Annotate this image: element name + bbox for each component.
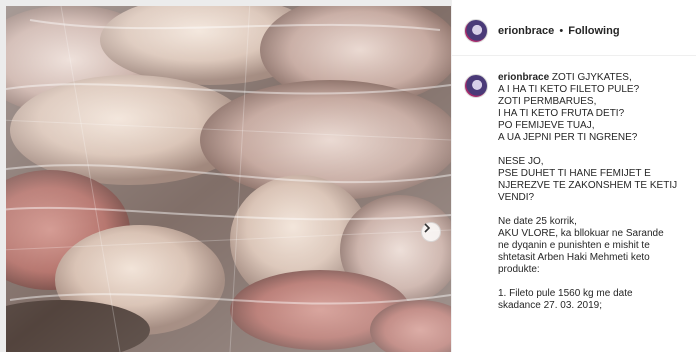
caption-line: PSE DUHET TI HANE FEMIJET E — [498, 168, 651, 179]
following-button[interactable]: Following — [568, 25, 619, 37]
caption-line: A I HA TI KETO FILETO PULE? — [498, 84, 640, 95]
caption-line: I HA TI KETO FRUTA DETI? — [498, 108, 625, 119]
chevron-right-icon — [424, 223, 431, 233]
carousel-next-button[interactable] — [421, 222, 441, 242]
post-sidebar: erionbrace • Following erionbrace ZOTI G… — [451, 0, 696, 352]
caption-line: PO FEMIJEVE TUAJ, — [498, 120, 595, 131]
caption-username[interactable]: erionbrace — [498, 72, 549, 83]
post-photo — [0, 0, 451, 352]
post-caption: erionbrace ZOTI GJYKATES, A I HA TI KETO… — [452, 72, 696, 312]
header-username[interactable]: erionbrace — [498, 25, 554, 37]
caption-line: AKU VLORE, ka bllokuar ne Sarande — [498, 228, 664, 239]
avatar[interactable] — [464, 18, 488, 43]
caption-body: erionbrace ZOTI GJYKATES, A I HA TI KETO… — [498, 72, 688, 312]
caption-line: ZOTI PERMBARUES, — [498, 96, 597, 107]
caption-line: NJEREZVE TE ZAKONSHEM TE KETIJ — [498, 180, 678, 191]
caption-line: VENDI? — [498, 192, 535, 203]
window-frame-left — [0, 0, 6, 352]
header-separator: • — [559, 24, 564, 37]
header-text: erionbrace • Following — [498, 25, 620, 37]
post-header: erionbrace • Following — [452, 6, 696, 56]
caption-line: NESE JO, — [498, 156, 544, 167]
frozen-meat-image — [0, 0, 451, 352]
caption-line: shtetasit Arben Haki Mehmeti keto — [498, 252, 650, 263]
caption-line: A UA JEPNI PER TI NGRENE? — [498, 132, 638, 143]
caption-first-line: ZOTI GJYKATES, — [551, 72, 632, 83]
caption-line: 1. Fileto pule 1560 kg me date — [498, 288, 633, 299]
caption-line: erionbrace ZOTI GJYKATES, — [498, 72, 688, 84]
caption-avatar[interactable] — [464, 74, 488, 98]
caption-line: Ne date 25 korrik, — [498, 216, 577, 227]
caption-line: skadance 27. 03. 2019; — [498, 300, 602, 311]
caption-line: ne dyqanin e punishten e mishit te — [498, 240, 650, 251]
caption-line: produkte: — [498, 264, 540, 275]
